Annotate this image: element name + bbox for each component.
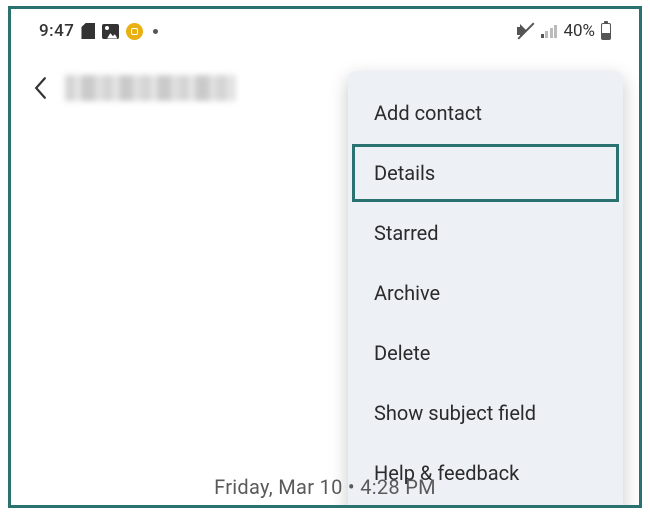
mute-icon bbox=[517, 23, 535, 39]
contact-name-redacted bbox=[65, 75, 235, 101]
menu-item-details[interactable]: Details bbox=[351, 143, 620, 203]
picture-icon bbox=[102, 24, 119, 39]
overflow-menu: Add contact Details Starred Archive Dele… bbox=[348, 71, 623, 508]
more-notifications-dot bbox=[153, 29, 158, 34]
chevron-left-icon bbox=[34, 77, 47, 99]
battery-percent: 40% bbox=[563, 21, 595, 41]
status-bar: 9:47 40% bbox=[21, 9, 629, 51]
status-left: 9:47 bbox=[39, 21, 158, 41]
status-time: 9:47 bbox=[39, 21, 74, 41]
menu-item-add-contact[interactable]: Add contact bbox=[348, 83, 623, 143]
back-button[interactable] bbox=[33, 76, 47, 100]
menu-item-delete[interactable]: Delete bbox=[348, 323, 623, 383]
menu-item-show-subject-field[interactable]: Show subject field bbox=[348, 383, 623, 443]
signal-icon bbox=[541, 24, 558, 38]
menu-item-archive[interactable]: Archive bbox=[348, 263, 623, 323]
menu-item-starred[interactable]: Starred bbox=[348, 203, 623, 263]
status-right: 40% bbox=[517, 21, 611, 41]
battery-icon bbox=[601, 23, 611, 40]
conversation-timestamp: Friday, Mar 10 • 4:28 PM bbox=[11, 475, 639, 499]
sim-icon bbox=[81, 23, 95, 39]
app-circle-icon bbox=[126, 23, 143, 40]
